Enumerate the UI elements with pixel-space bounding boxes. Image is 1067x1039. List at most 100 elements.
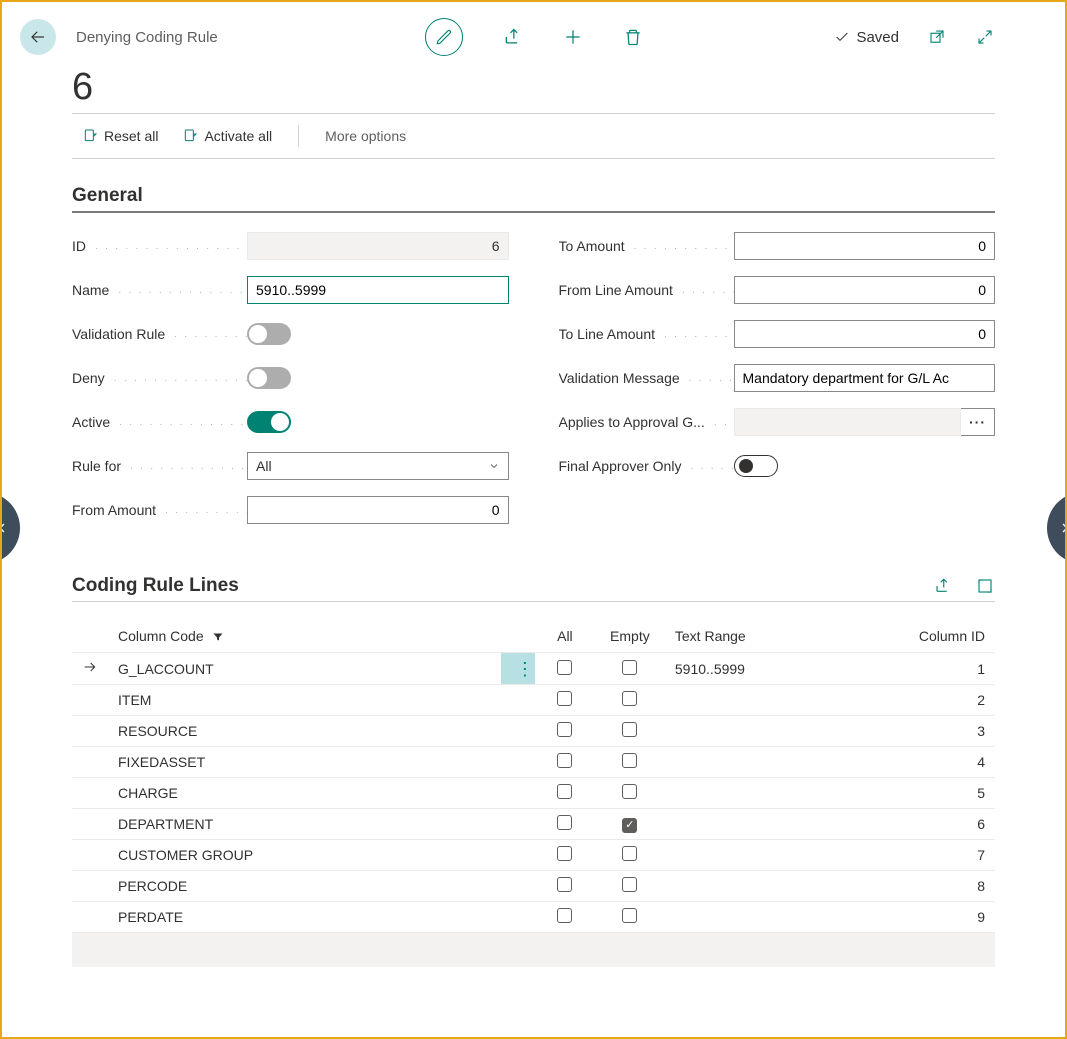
rule-for-select[interactable]: All: [247, 452, 509, 480]
row-menu-button[interactable]: [501, 685, 535, 716]
checkbox-empty[interactable]: [622, 877, 637, 892]
row-menu-button[interactable]: [501, 902, 535, 933]
reset-all-button[interactable]: Reset all: [76, 124, 164, 148]
table-row[interactable]: PERDATE9: [72, 902, 995, 933]
cell-empty[interactable]: [595, 716, 665, 747]
row-menu-button[interactable]: [501, 809, 535, 840]
checkbox-empty[interactable]: [622, 818, 637, 833]
cell-column-code[interactable]: DEPARTMENT: [108, 809, 501, 840]
cell-column-code[interactable]: G_LACCOUNT: [108, 653, 501, 685]
activate-all-button[interactable]: Activate all: [176, 124, 278, 148]
table-row[interactable]: CHARGE5: [72, 778, 995, 809]
from-amount-field[interactable]: [247, 496, 509, 524]
row-selector[interactable]: [72, 716, 108, 747]
checkbox-empty[interactable]: [622, 908, 637, 923]
edit-button[interactable]: [425, 18, 463, 56]
cell-text-range[interactable]: [665, 747, 895, 778]
cell-column-code[interactable]: ITEM: [108, 685, 501, 716]
cell-all[interactable]: [535, 871, 595, 902]
row-selector[interactable]: [72, 685, 108, 716]
col-column-code[interactable]: Column Code: [108, 620, 501, 653]
lines-share-button[interactable]: [933, 576, 953, 596]
table-row[interactable]: PERCODE8: [72, 871, 995, 902]
row-menu-button[interactable]: [501, 747, 535, 778]
cell-all[interactable]: [535, 809, 595, 840]
to-amount-field[interactable]: [734, 232, 996, 260]
checkbox-all[interactable]: [557, 753, 572, 768]
row-menu-button[interactable]: [501, 840, 535, 871]
checkbox-empty[interactable]: [622, 660, 637, 675]
checkbox-all[interactable]: [557, 815, 572, 830]
row-menu-button[interactable]: [501, 871, 535, 902]
cell-column-code[interactable]: FIXEDASSET: [108, 747, 501, 778]
table-row[interactable]: ITEM2: [72, 685, 995, 716]
new-button[interactable]: [563, 27, 583, 47]
cell-all[interactable]: [535, 747, 595, 778]
lines-expand-button[interactable]: [975, 576, 995, 596]
checkbox-empty[interactable]: [622, 784, 637, 799]
cell-column-code[interactable]: CHARGE: [108, 778, 501, 809]
checkbox-all[interactable]: [557, 784, 572, 799]
cell-all[interactable]: [535, 902, 595, 933]
cell-empty[interactable]: [595, 871, 665, 902]
cell-all[interactable]: [535, 653, 595, 685]
cell-text-range[interactable]: [665, 778, 895, 809]
cell-column-code[interactable]: RESOURCE: [108, 716, 501, 747]
checkbox-all[interactable]: [557, 846, 572, 861]
validation-rule-toggle[interactable]: [247, 323, 291, 345]
cell-text-range[interactable]: [665, 716, 895, 747]
popout-button[interactable]: [927, 27, 947, 47]
table-row[interactable]: RESOURCE3: [72, 716, 995, 747]
cell-empty[interactable]: [595, 840, 665, 871]
cell-text-range[interactable]: [665, 840, 895, 871]
table-row[interactable]: DEPARTMENT6: [72, 809, 995, 840]
cell-column-code[interactable]: PERCODE: [108, 871, 501, 902]
cell-empty[interactable]: [595, 747, 665, 778]
to-line-amount-field[interactable]: [734, 320, 996, 348]
cell-empty[interactable]: [595, 809, 665, 840]
cell-empty[interactable]: [595, 685, 665, 716]
back-button[interactable]: [20, 19, 56, 55]
checkbox-empty[interactable]: [622, 753, 637, 768]
cell-all[interactable]: [535, 716, 595, 747]
table-row[interactable]: G_LACCOUNT5910..59991: [72, 653, 995, 685]
row-menu-button[interactable]: [501, 778, 535, 809]
col-text-range[interactable]: Text Range: [665, 620, 895, 653]
checkbox-all[interactable]: [557, 877, 572, 892]
share-button[interactable]: [503, 27, 523, 47]
checkbox-all[interactable]: [557, 908, 572, 923]
more-options-button[interactable]: More options: [319, 124, 412, 148]
row-selector[interactable]: [72, 871, 108, 902]
deny-toggle[interactable]: [247, 367, 291, 389]
col-empty[interactable]: Empty: [595, 620, 665, 653]
table-row[interactable]: CUSTOMER GROUP7: [72, 840, 995, 871]
cell-all[interactable]: [535, 685, 595, 716]
cell-text-range[interactable]: 5910..5999: [665, 653, 895, 685]
active-toggle[interactable]: [247, 411, 291, 433]
cell-empty[interactable]: [595, 653, 665, 685]
checkbox-empty[interactable]: [622, 846, 637, 861]
row-selector[interactable]: [72, 747, 108, 778]
row-menu-button[interactable]: [501, 653, 535, 685]
checkbox-empty[interactable]: [622, 722, 637, 737]
row-selector[interactable]: [72, 902, 108, 933]
from-line-amount-field[interactable]: [734, 276, 996, 304]
cell-all[interactable]: [535, 840, 595, 871]
col-all[interactable]: All: [535, 620, 595, 653]
row-selector[interactable]: [72, 809, 108, 840]
table-row[interactable]: FIXEDASSET4: [72, 747, 995, 778]
expand-button[interactable]: [975, 27, 995, 47]
validation-message-field[interactable]: [734, 364, 996, 392]
col-column-id[interactable]: Column ID: [895, 620, 995, 653]
row-selector[interactable]: [72, 778, 108, 809]
checkbox-empty[interactable]: [622, 691, 637, 706]
final-approver-toggle[interactable]: [734, 455, 778, 477]
cell-text-range[interactable]: [665, 902, 895, 933]
row-selector[interactable]: [72, 653, 108, 685]
row-menu-button[interactable]: [501, 716, 535, 747]
applies-to-group-field[interactable]: [734, 408, 962, 436]
cell-text-range[interactable]: [665, 871, 895, 902]
checkbox-all[interactable]: [557, 691, 572, 706]
checkbox-all[interactable]: [557, 722, 572, 737]
checkbox-all[interactable]: [557, 660, 572, 675]
